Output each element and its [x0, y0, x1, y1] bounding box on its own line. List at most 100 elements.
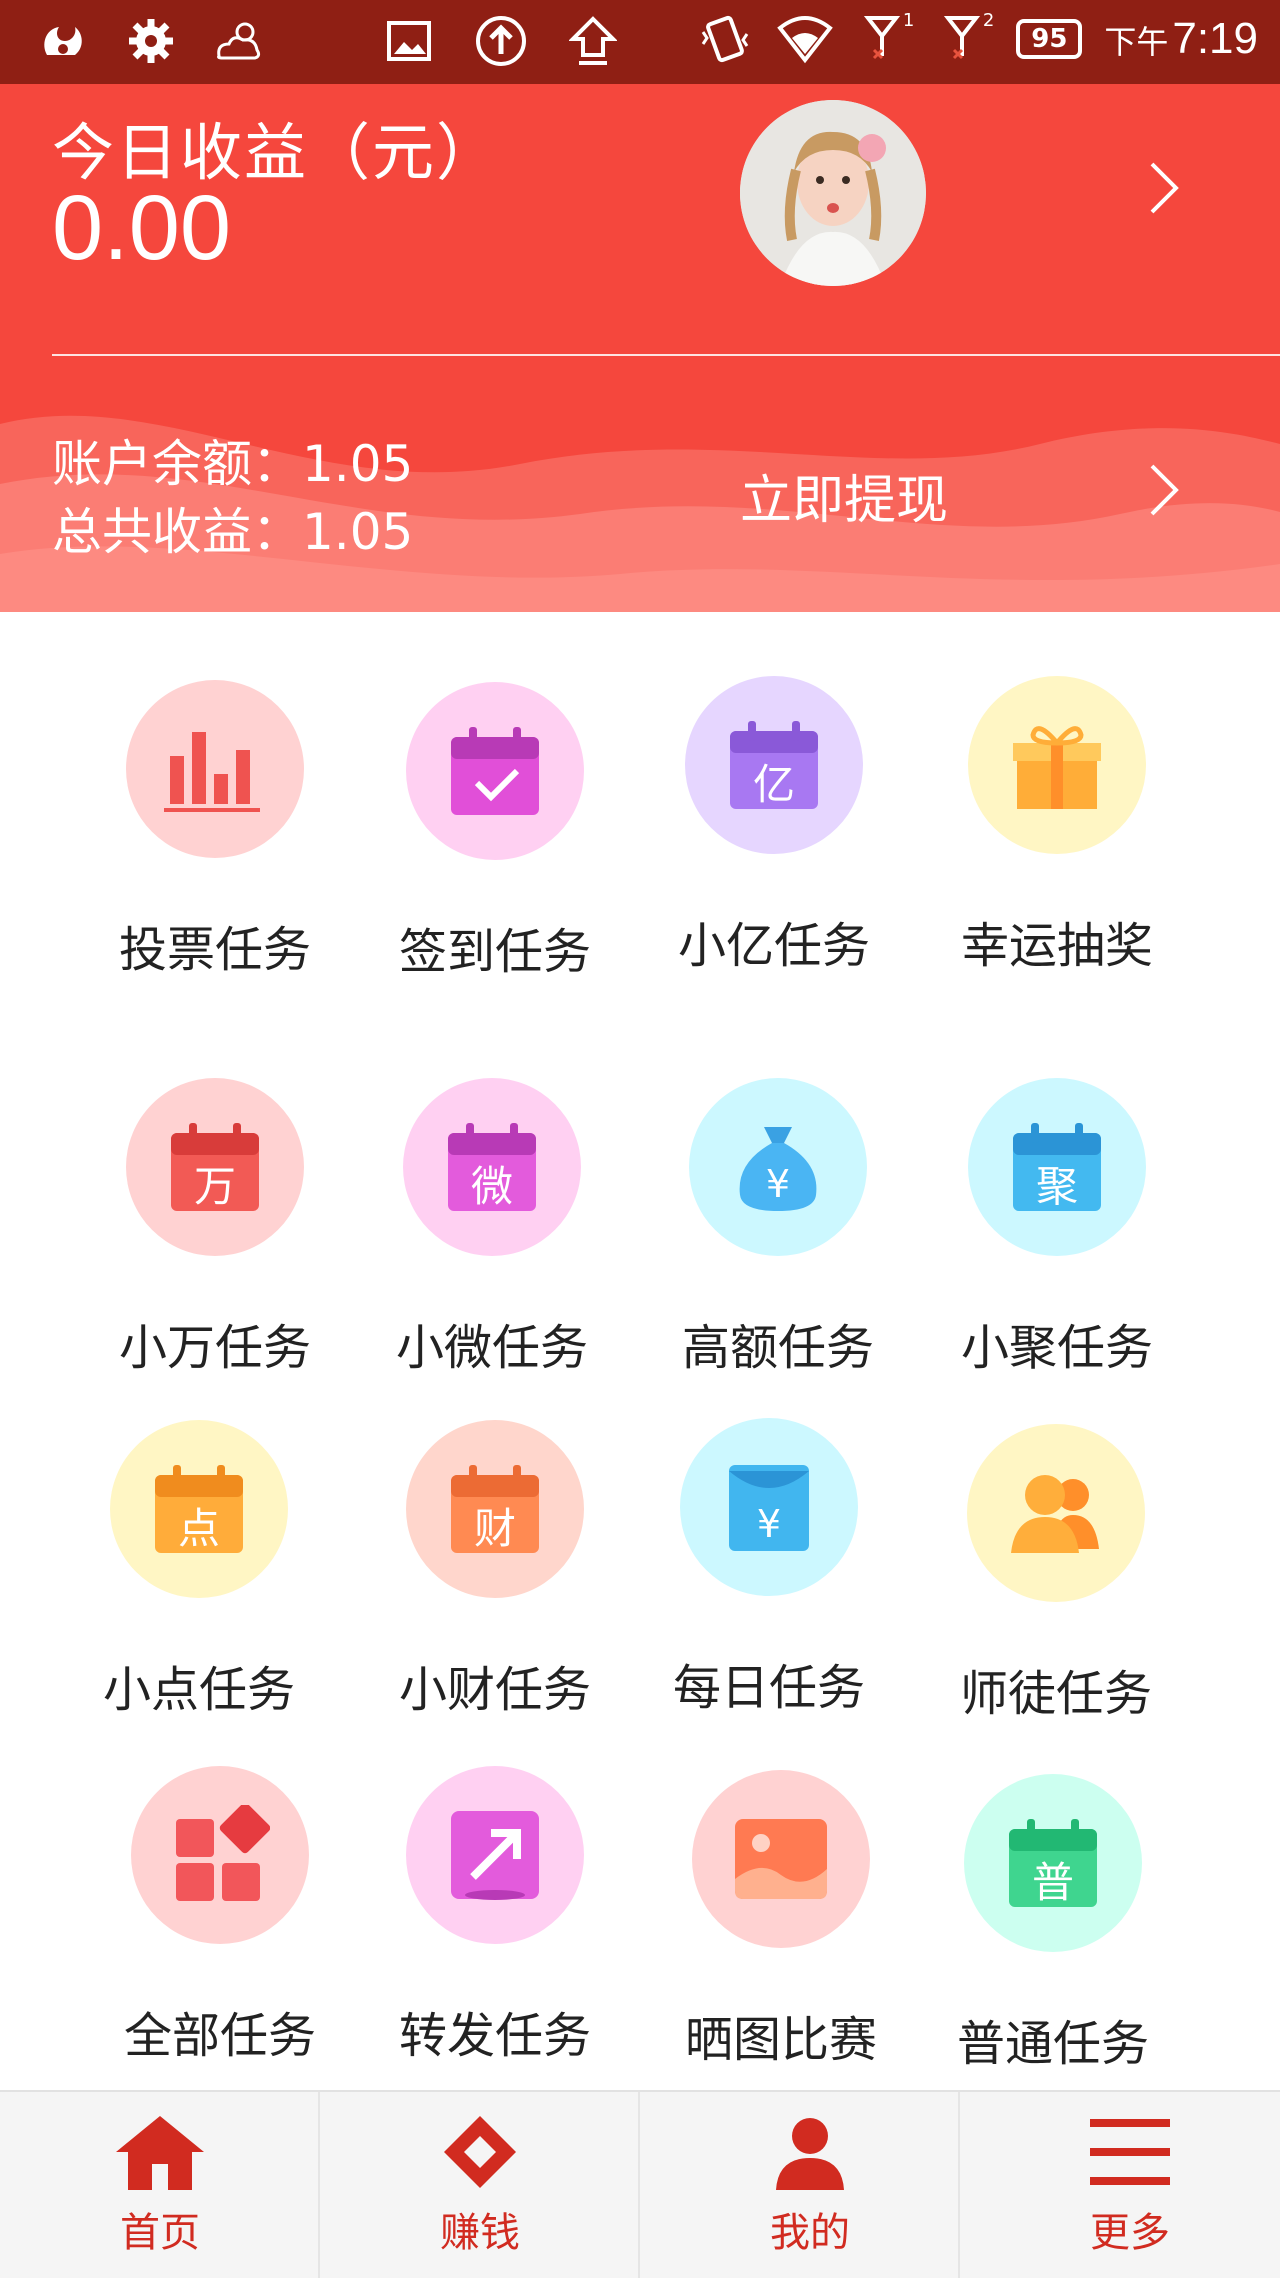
nav-more-label: 更多	[1090, 2210, 1170, 2256]
vibrate-icon	[696, 10, 754, 68]
nav-divider	[958, 2092, 960, 2278]
clock: 下午7:19	[1104, 14, 1258, 64]
task-mentor[interactable]: 师徒任务	[916, 1424, 1196, 1724]
task-icon-circle: 点	[110, 1420, 288, 1598]
withdraw-button[interactable]: 立即提现	[740, 458, 948, 533]
calendar-pu-icon: 普	[1009, 1819, 1097, 1907]
cloud-sun-icon	[210, 12, 268, 70]
upload-arrow-icon	[564, 12, 622, 70]
gift-icon	[1013, 726, 1101, 809]
avatar[interactable]	[740, 100, 926, 286]
task-label: 小万任务	[118, 1320, 311, 1376]
today-earnings-value: 0.00	[52, 177, 232, 279]
task-label: 全部任务	[123, 2008, 316, 2064]
task-label: 小聚任务	[960, 1320, 1153, 1376]
sim2-label: 2	[982, 10, 995, 31]
diamond-icon	[444, 2116, 516, 2188]
share-arrow-icon	[451, 1811, 539, 1900]
task-label: 小点任务	[102, 1662, 295, 1718]
header-divider	[52, 354, 1280, 356]
clock-ampm: 下午	[1104, 24, 1169, 60]
nav-mine[interactable]: 我的	[650, 2092, 970, 2278]
task-label: 转发任务	[398, 2008, 591, 2064]
account-balance: 账户余额：1.05	[52, 435, 414, 493]
task-icon-circle	[126, 680, 304, 858]
task-icon-circle	[131, 1766, 309, 1944]
nav-divider	[638, 2092, 640, 2278]
total-earnings: 总共收益：1.05	[52, 503, 414, 561]
task-label: 每日任务	[672, 1660, 865, 1716]
upload-circle-icon	[472, 12, 530, 70]
task-lucky-draw[interactable]: 幸运抽奖	[917, 676, 1197, 976]
calendar-ju-icon: 聚	[1013, 1123, 1101, 1211]
task-label: 投票任务	[118, 922, 311, 978]
task-label: 晒图比赛	[684, 2012, 877, 2068]
task-share[interactable]: 转发任务	[355, 1766, 635, 2066]
task-glyph: 微	[471, 1162, 513, 1211]
money-bag-icon: ¥	[739, 1127, 817, 1211]
nav-earn-label: 赚钱	[440, 2210, 520, 2256]
bar-chart-icon	[164, 732, 260, 812]
task-icon-circle: 万	[126, 1078, 304, 1256]
picture-icon	[735, 1819, 827, 1899]
task-glyph: 聚	[1036, 1162, 1078, 1211]
task-xiaocai[interactable]: 财 小财任务	[355, 1420, 635, 1720]
task-normal[interactable]: 普 普通任务	[913, 1774, 1193, 2074]
signal-icon: 1	[856, 10, 914, 68]
sim1-label: 1	[902, 10, 915, 31]
task-xiaowei[interactable]: 微 小微任务	[352, 1078, 632, 1378]
calendar-wei-icon: 微	[448, 1123, 536, 1211]
calendar-cai-icon: 财	[451, 1465, 539, 1553]
nav-home[interactable]: 首页	[0, 2092, 320, 2278]
task-label: 高额任务	[681, 1320, 874, 1376]
task-glyph: 亿	[753, 760, 795, 809]
task-xiaowan[interactable]: 万 小万任务	[75, 1078, 355, 1378]
nav-more[interactable]: 更多	[970, 2092, 1280, 2278]
battery-indicator: 95	[1016, 19, 1083, 59]
task-checkin[interactable]: 签到任务	[355, 682, 635, 982]
task-icon-circle	[692, 1770, 870, 1948]
task-glyph: 点	[178, 1504, 220, 1553]
task-glyph: 财	[474, 1504, 516, 1553]
chevron-right-icon[interactable]	[1146, 462, 1182, 522]
task-icon-circle: ¥	[689, 1078, 867, 1256]
task-label: 小财任务	[398, 1662, 591, 1718]
task-daily[interactable]: ¥ 每日任务	[629, 1418, 909, 1718]
task-icon-circle: 财	[406, 1420, 584, 1598]
image-icon	[380, 12, 438, 70]
task-all[interactable]: 全部任务	[80, 1766, 360, 2066]
task-icon-circle	[406, 1766, 584, 1944]
wifi-icon	[776, 10, 834, 68]
grid-blocks-icon	[176, 1805, 270, 1901]
status-bar: 1 2 95 下午7:19	[0, 0, 1280, 84]
task-xiaodian[interactable]: 点 小点任务	[59, 1420, 339, 1720]
task-xiaoju[interactable]: 聚 小聚任务	[917, 1078, 1197, 1378]
home-icon	[116, 2116, 204, 2190]
gear-icon	[122, 12, 180, 70]
task-label: 幸运抽奖	[960, 918, 1153, 974]
task-vote[interactable]: 投票任务	[75, 680, 355, 980]
task-glyph: 万	[194, 1162, 236, 1211]
red-packet-icon: ¥	[729, 1465, 809, 1551]
task-glyph: 普	[1032, 1858, 1074, 1907]
nav-home-label: 首页	[120, 2210, 200, 2256]
calendar-check-icon	[451, 727, 539, 815]
nav-earn[interactable]: 赚钱	[320, 2092, 640, 2278]
calendar-wan-icon: 万	[171, 1123, 259, 1211]
users-icon	[1011, 1475, 1099, 1553]
task-high-reward[interactable]: ¥ 高额任务	[638, 1078, 918, 1378]
task-xiaoyi[interactable]: 亿 小亿任务	[634, 676, 914, 976]
calendar-dian-icon: 点	[155, 1465, 243, 1553]
task-icon-circle	[406, 682, 584, 860]
chevron-right-icon[interactable]	[1146, 160, 1182, 220]
calendar-yi-icon: 亿	[730, 721, 818, 809]
task-glyph: ¥	[757, 1502, 781, 1546]
task-label: 普通任务	[956, 2016, 1149, 2072]
nav-mine-label: 我的	[770, 2210, 850, 2256]
task-glyph: ¥	[766, 1162, 790, 1206]
task-photo-contest[interactable]: 晒图比赛	[641, 1770, 921, 2070]
menu-icon	[1090, 2119, 1170, 2185]
signal-icon: 2	[936, 10, 994, 68]
user-icon	[776, 2118, 844, 2190]
task-icon-circle: 亿	[685, 676, 863, 854]
